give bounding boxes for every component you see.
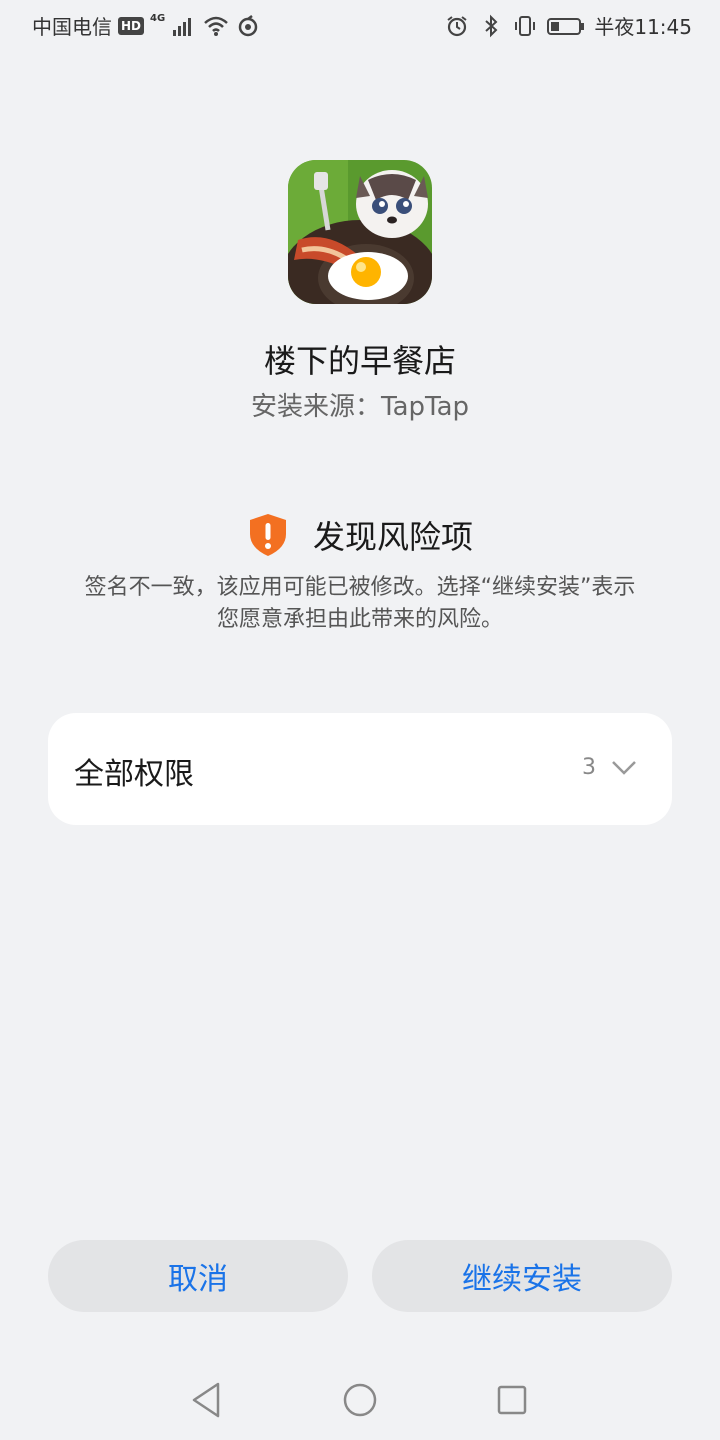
risk-description-line-1: 签名不一致，该应用可能已被修改。选择“继续安装”表示 (84, 575, 636, 600)
vibrate-icon (515, 15, 536, 36)
status-time: 半夜11:45 (594, 15, 692, 39)
risk-description-line-2: 您愿意承担由此带来的风险。 (216, 607, 503, 632)
warning-shield-icon (249, 514, 286, 556)
all-permissions-row[interactable]: 全部权限 3 (48, 713, 672, 825)
alarm-icon (447, 15, 467, 36)
app-icon-artwork (288, 160, 432, 304)
permissions-count: 3 (582, 755, 596, 780)
install-source: 安装来源：TapTap (250, 392, 470, 422)
permissions-label: 全部权限 (74, 757, 194, 792)
network-type: 4G (150, 13, 166, 24)
back-icon[interactable] (188, 1380, 224, 1420)
app-name: 楼下的早餐店 (263, 342, 456, 380)
risk-header: 发现风险项 (0, 512, 720, 558)
app-icon (288, 160, 432, 304)
signal-icon (173, 17, 192, 36)
chevron-down-icon (612, 761, 636, 775)
risk-description: 签名不一致，该应用可能已被修改。选择“继续安装”表示 您愿意承担由此带来的风险。 (44, 572, 676, 636)
home-icon[interactable] (342, 1382, 378, 1418)
status-bar-right: 半夜11:45 (444, 11, 692, 40)
status-bar: 中国电信 HD 4G 半夜11:45 (0, 0, 720, 50)
navigation-bar (0, 1370, 720, 1430)
hd-badge: HD (118, 16, 145, 35)
carrier-name: 中国电信 (32, 15, 112, 39)
continue-install-button[interactable]: 继续安装 (372, 1240, 672, 1312)
bluetooth-icon (485, 14, 498, 37)
sync-icon (238, 14, 258, 36)
status-bar-left: 中国电信 HD 4G (32, 11, 261, 40)
recent-apps-icon[interactable] (496, 1384, 528, 1416)
cancel-button[interactable]: 取消 (48, 1240, 348, 1312)
risk-title: 发现风险项 (312, 518, 473, 556)
battery-icon (547, 17, 585, 35)
wifi-icon (204, 16, 229, 36)
